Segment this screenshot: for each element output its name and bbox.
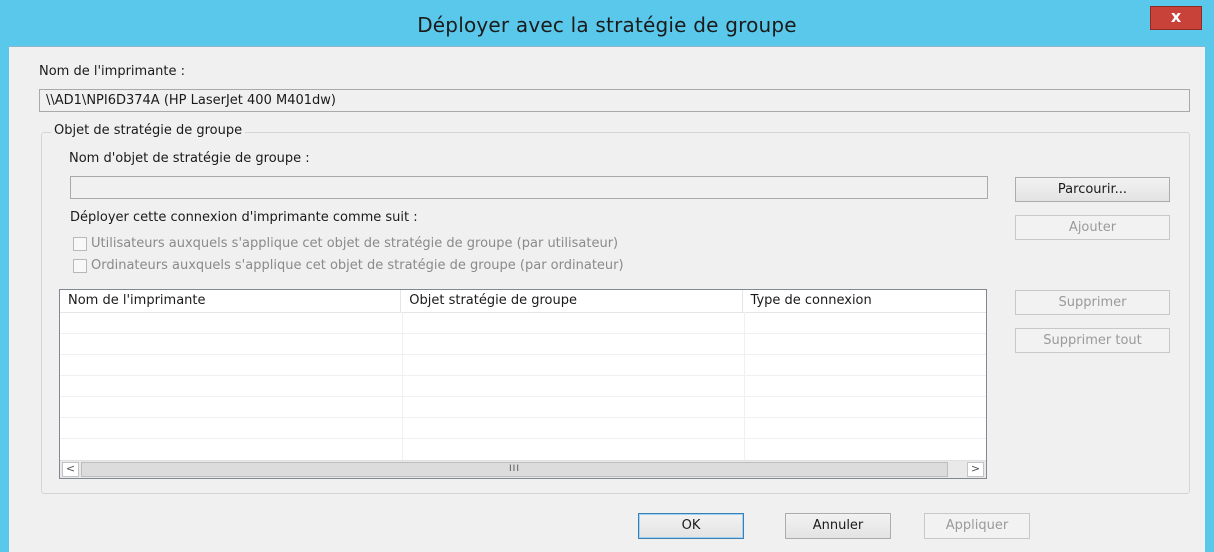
grip-icon: III <box>509 464 520 474</box>
column-header-gpo[interactable]: Objet stratégie de groupe <box>401 290 743 312</box>
dialog-window: Déployer avec la stratégie de groupe x N… <box>0 0 1214 552</box>
column-header-printer-name[interactable]: Nom de l'imprimante <box>60 290 402 312</box>
close-button[interactable]: x <box>1150 6 1202 30</box>
cancel-button[interactable]: Annuler <box>785 513 891 539</box>
remove-button[interactable]: Supprimer <box>1015 290 1170 315</box>
column-header-connection-type[interactable]: Type de connexion <box>743 290 986 312</box>
chevron-left-icon: < <box>65 462 76 475</box>
scroll-thumb[interactable]: III <box>81 462 948 477</box>
gpo-name-field[interactable] <box>70 176 988 199</box>
users-checkbox-row[interactable]: Utilisateurs auxquels s'applique cet obj… <box>73 236 618 251</box>
gpo-groupbox-legend: Objet de stratégie de groupe <box>51 123 246 138</box>
deploy-as-label: Déployer cette connexion d'imprimante co… <box>70 210 418 225</box>
remove-all-button[interactable]: Supprimer tout <box>1015 328 1170 353</box>
deployment-list[interactable]: Nom de l'imprimante Objet stratégie de g… <box>59 289 987 479</box>
users-checkbox[interactable] <box>73 236 87 251</box>
dialog-title: Déployer avec la stratégie de groupe <box>417 13 797 37</box>
chevron-right-icon: > <box>970 462 981 475</box>
list-header: Nom de l'imprimante Objet stratégie de g… <box>60 290 986 313</box>
computers-checkbox-label: Ordinateurs auxquels s'applique cet obje… <box>91 258 624 273</box>
ok-button[interactable]: OK <box>638 513 744 539</box>
computers-checkbox-row[interactable]: Ordinateurs auxquels s'applique cet obje… <box>73 258 624 273</box>
title-bar[interactable]: Déployer avec la stratégie de groupe x <box>0 0 1214 46</box>
scroll-right-button[interactable]: > <box>967 462 984 477</box>
printer-name-label: Nom de l'imprimante : <box>39 64 186 79</box>
users-checkbox-label: Utilisateurs auxquels s'applique cet obj… <box>91 236 619 251</box>
computers-checkbox[interactable] <box>73 258 87 273</box>
scroll-left-button[interactable]: < <box>62 462 79 477</box>
dialog-content: Nom de l'imprimante : \\AD1\NPI6D374A (H… <box>9 46 1205 552</box>
horizontal-scrollbar[interactable]: < III > <box>60 460 986 478</box>
printer-name-field[interactable]: \\AD1\NPI6D374A (HP LaserJet 400 M401dw) <box>39 89 1190 112</box>
close-icon: x <box>1170 7 1182 26</box>
apply-button[interactable]: Appliquer <box>924 513 1030 539</box>
add-button[interactable]: Ajouter <box>1015 215 1170 240</box>
gpo-name-label: Nom d'objet de stratégie de groupe : <box>69 151 310 166</box>
browse-button[interactable]: Parcourir... <box>1015 177 1170 202</box>
